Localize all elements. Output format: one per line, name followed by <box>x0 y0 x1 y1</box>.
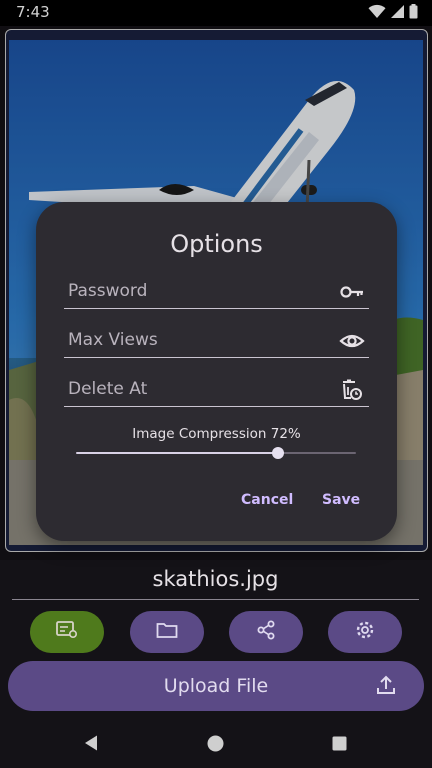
open-folder-button[interactable] <box>130 611 204 653</box>
image-settings-icon <box>56 621 78 643</box>
eye-icon[interactable] <box>339 330 365 352</box>
file-name: skathios.jpg <box>12 567 419 600</box>
gear-icon <box>355 620 375 644</box>
password-placeholder: Password <box>68 281 148 301</box>
max-views-placeholder: Max Views <box>68 330 158 350</box>
image-options-button[interactable] <box>30 611 104 653</box>
upload-icon <box>376 675 396 699</box>
back-icon[interactable] <box>84 735 98 755</box>
delete-at-field[interactable]: Delete At <box>64 377 369 407</box>
upload-file-button[interactable]: Upload File <box>8 661 424 711</box>
dialog-title: Options <box>170 230 263 258</box>
delete-clock-icon[interactable] <box>339 379 365 401</box>
share-button[interactable] <box>229 611 303 653</box>
slider-thumb[interactable] <box>272 447 284 459</box>
cancel-button[interactable]: Cancel <box>241 492 293 508</box>
save-button[interactable]: Save <box>322 492 360 508</box>
home-icon[interactable] <box>207 735 224 756</box>
slider-inactive-track <box>278 452 356 454</box>
max-views-field[interactable]: Max Views <box>64 328 369 358</box>
delete-at-placeholder: Delete At <box>68 379 148 399</box>
upload-label: Upload File <box>163 675 269 697</box>
password-field[interactable]: Password <box>64 279 369 309</box>
slider-active-track <box>76 452 278 454</box>
navigation-bar <box>0 718 432 768</box>
compression-slider[interactable] <box>76 447 356 459</box>
key-icon[interactable] <box>339 281 365 303</box>
settings-button[interactable] <box>328 611 402 653</box>
options-dialog: Options Password Max Views Delete At Ima… <box>36 202 397 541</box>
compression-label: Image Compression 72% <box>132 426 301 442</box>
recents-icon[interactable] <box>332 736 347 755</box>
share-icon <box>256 620 276 644</box>
folder-icon <box>156 621 178 643</box>
